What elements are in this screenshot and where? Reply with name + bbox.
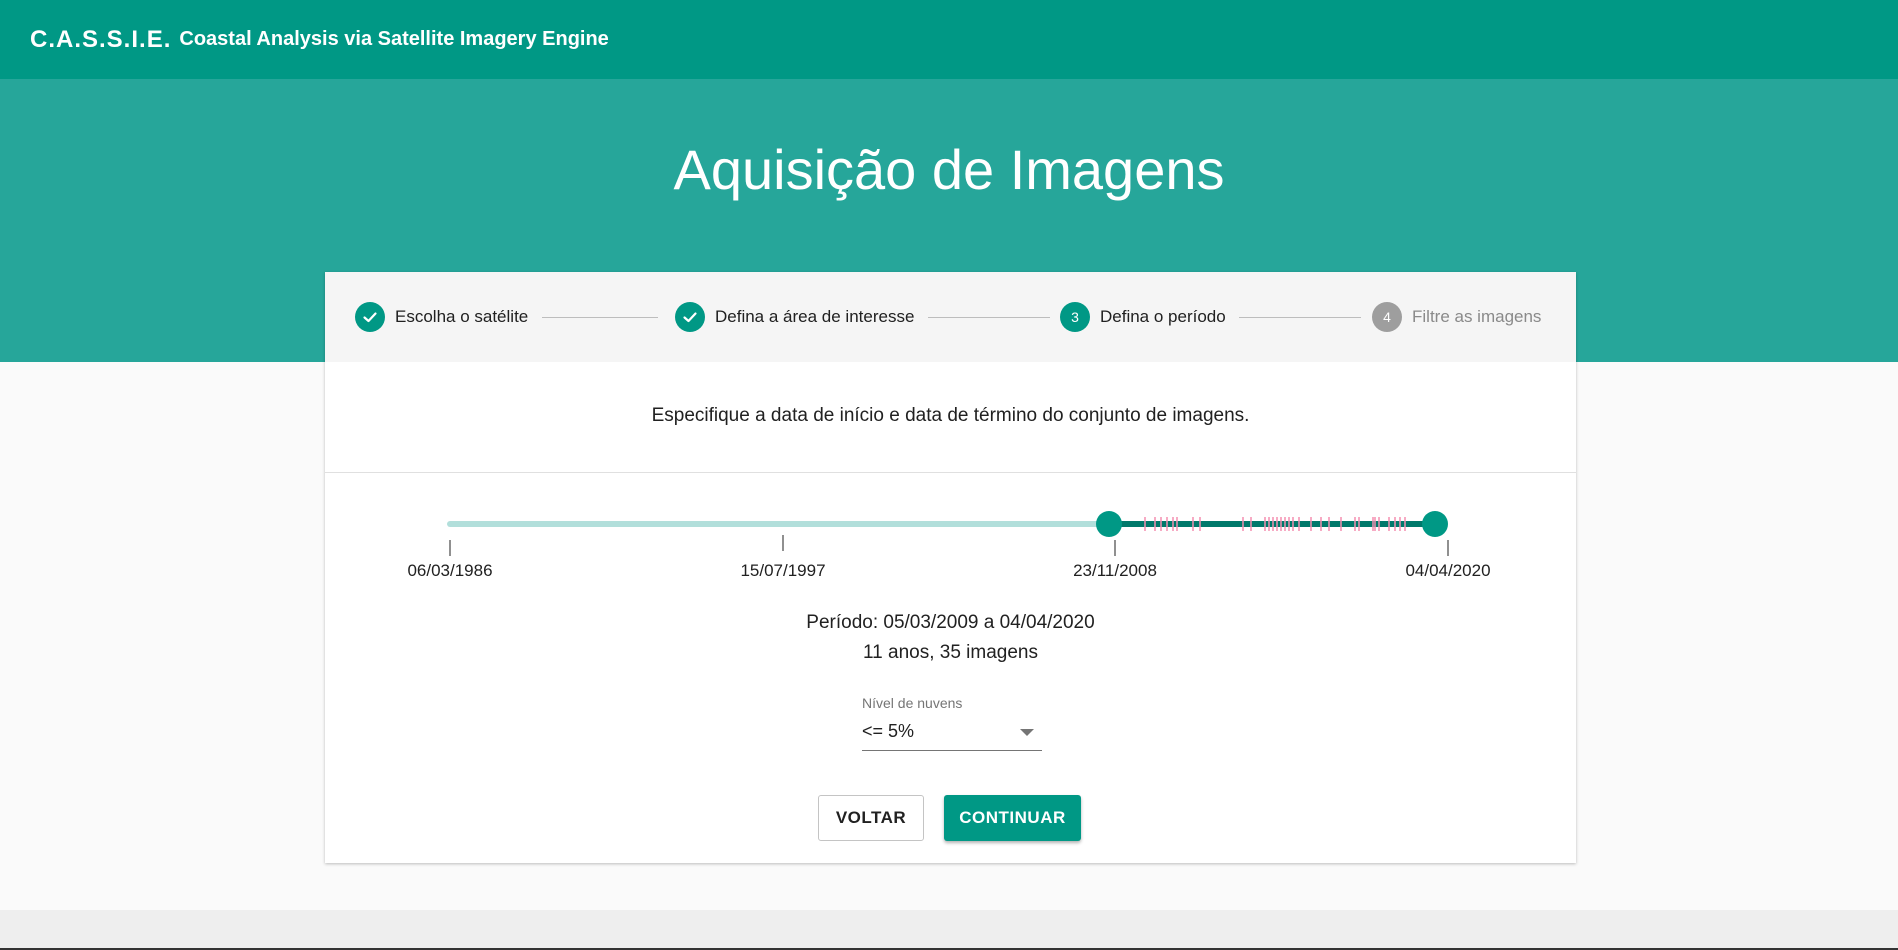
app-brand: C.A.S.S.I.E. <box>30 25 172 53</box>
step-label: Defina o período <box>1100 307 1226 326</box>
step-number: 4 <box>1372 302 1402 332</box>
date-range-slider[interactable]: 06/03/1986 15/07/1997 23/11/2008 04/04/2… <box>325 492 1576 602</box>
step-satellite[interactable]: Escolha o satélite <box>355 302 528 332</box>
app-subtitle: Coastal Analysis via Satellite Imagery E… <box>179 28 609 50</box>
cloud-level-value-box[interactable]: <= 5% <box>862 719 1042 751</box>
period-stats: 11 anos, 35 imagens <box>863 642 1038 663</box>
dropdown-arrow-icon[interactable] <box>1020 729 1034 736</box>
continue-button[interactable]: CONTINUAR <box>944 795 1081 841</box>
cloud-level-select[interactable]: Nível de nuvens <= 5% <box>862 695 1042 751</box>
page-title: Aquisição de Imagens <box>673 138 1225 201</box>
step-connector <box>542 317 658 318</box>
tick-label: 15/07/1997 <box>740 561 825 580</box>
footer-strip <box>0 910 1898 948</box>
step-label: Escolha o satélite <box>395 307 529 326</box>
end-handle[interactable] <box>1422 511 1448 537</box>
step-area[interactable]: Defina a área de interesse <box>675 302 914 332</box>
app-bar: C.A.S.S.I.E. Coastal Analysis via Satell… <box>0 0 1898 79</box>
step-connector <box>1239 317 1361 318</box>
cloud-level-label: Nível de nuvens <box>862 695 963 711</box>
start-handle[interactable] <box>1096 511 1122 537</box>
back-button[interactable]: VOLTAR <box>818 795 924 841</box>
tick-label: 04/04/2020 <box>1405 561 1490 580</box>
cloud-level-value: <= 5% <box>862 721 915 741</box>
step-period[interactable]: 3 Defina o período <box>1060 302 1226 332</box>
period-range: Período: 05/03/2009 a 04/04/2020 <box>806 612 1095 633</box>
step-connector <box>928 317 1050 318</box>
wizard-card: Escolha o satélite Defina a área de inte… <box>325 272 1576 863</box>
check-icon <box>675 302 705 332</box>
step-label: Filtre as imagens <box>1412 307 1542 326</box>
tick-label: 06/03/1986 <box>407 561 492 580</box>
stepper: Escolha o satélite Defina a área de inte… <box>325 272 1576 362</box>
check-icon <box>355 302 385 332</box>
period-summary: Período: 05/03/2009 a 04/04/2020 11 anos… <box>325 608 1576 668</box>
instruction-text: Especifique a data de início e data de t… <box>651 405 1250 426</box>
tick-label: 23/11/2008 <box>1073 561 1157 580</box>
divider <box>325 472 1576 473</box>
step-number: 3 <box>1060 302 1090 332</box>
step-filter[interactable]: 4 Filtre as imagens <box>1372 302 1541 332</box>
step-label: Defina a área de interesse <box>715 307 915 326</box>
